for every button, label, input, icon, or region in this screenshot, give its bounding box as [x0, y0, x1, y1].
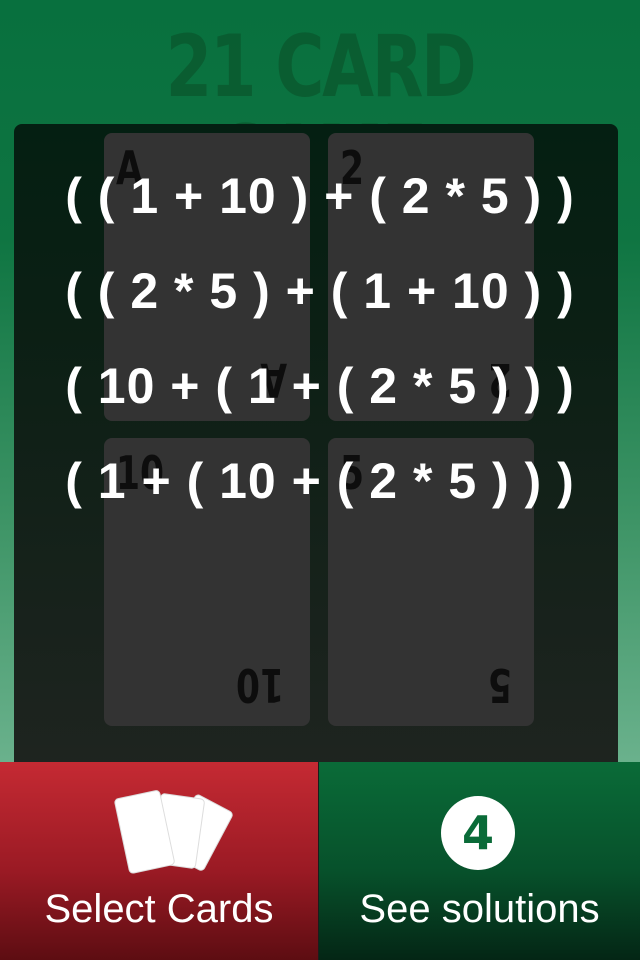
solution-expression: ( 1 + ( 10 + ( 2 * 5 ) ) ) — [65, 453, 575, 509]
select-cards-button[interactable]: Select Cards — [0, 762, 318, 960]
select-cards-label: Select Cards — [44, 887, 274, 931]
card-rank-inverted: 5 — [487, 658, 512, 712]
solution-expression: ( ( 1 + 10 ) + ( 2 * 5 ) ) — [65, 168, 575, 224]
see-solutions-label: See solutions — [359, 887, 600, 931]
solutions-list: ( ( 1 + 10 ) + ( 2 * 5 ) ) ( ( 2 * 5 ) +… — [0, 160, 640, 540]
stacked-cards-icon — [114, 790, 233, 874]
bottom-bar: Select Cards See solutions 4 — [0, 762, 640, 960]
card-rank-inverted: 10 — [235, 658, 284, 712]
solutions-count-badge: 4 — [441, 796, 515, 870]
solution-expression: ( 10 + ( 1 + ( 2 * 5 ) ) ) — [65, 358, 575, 414]
solution-expression: ( ( 2 * 5 ) + ( 1 + 10 ) ) — [65, 263, 575, 319]
